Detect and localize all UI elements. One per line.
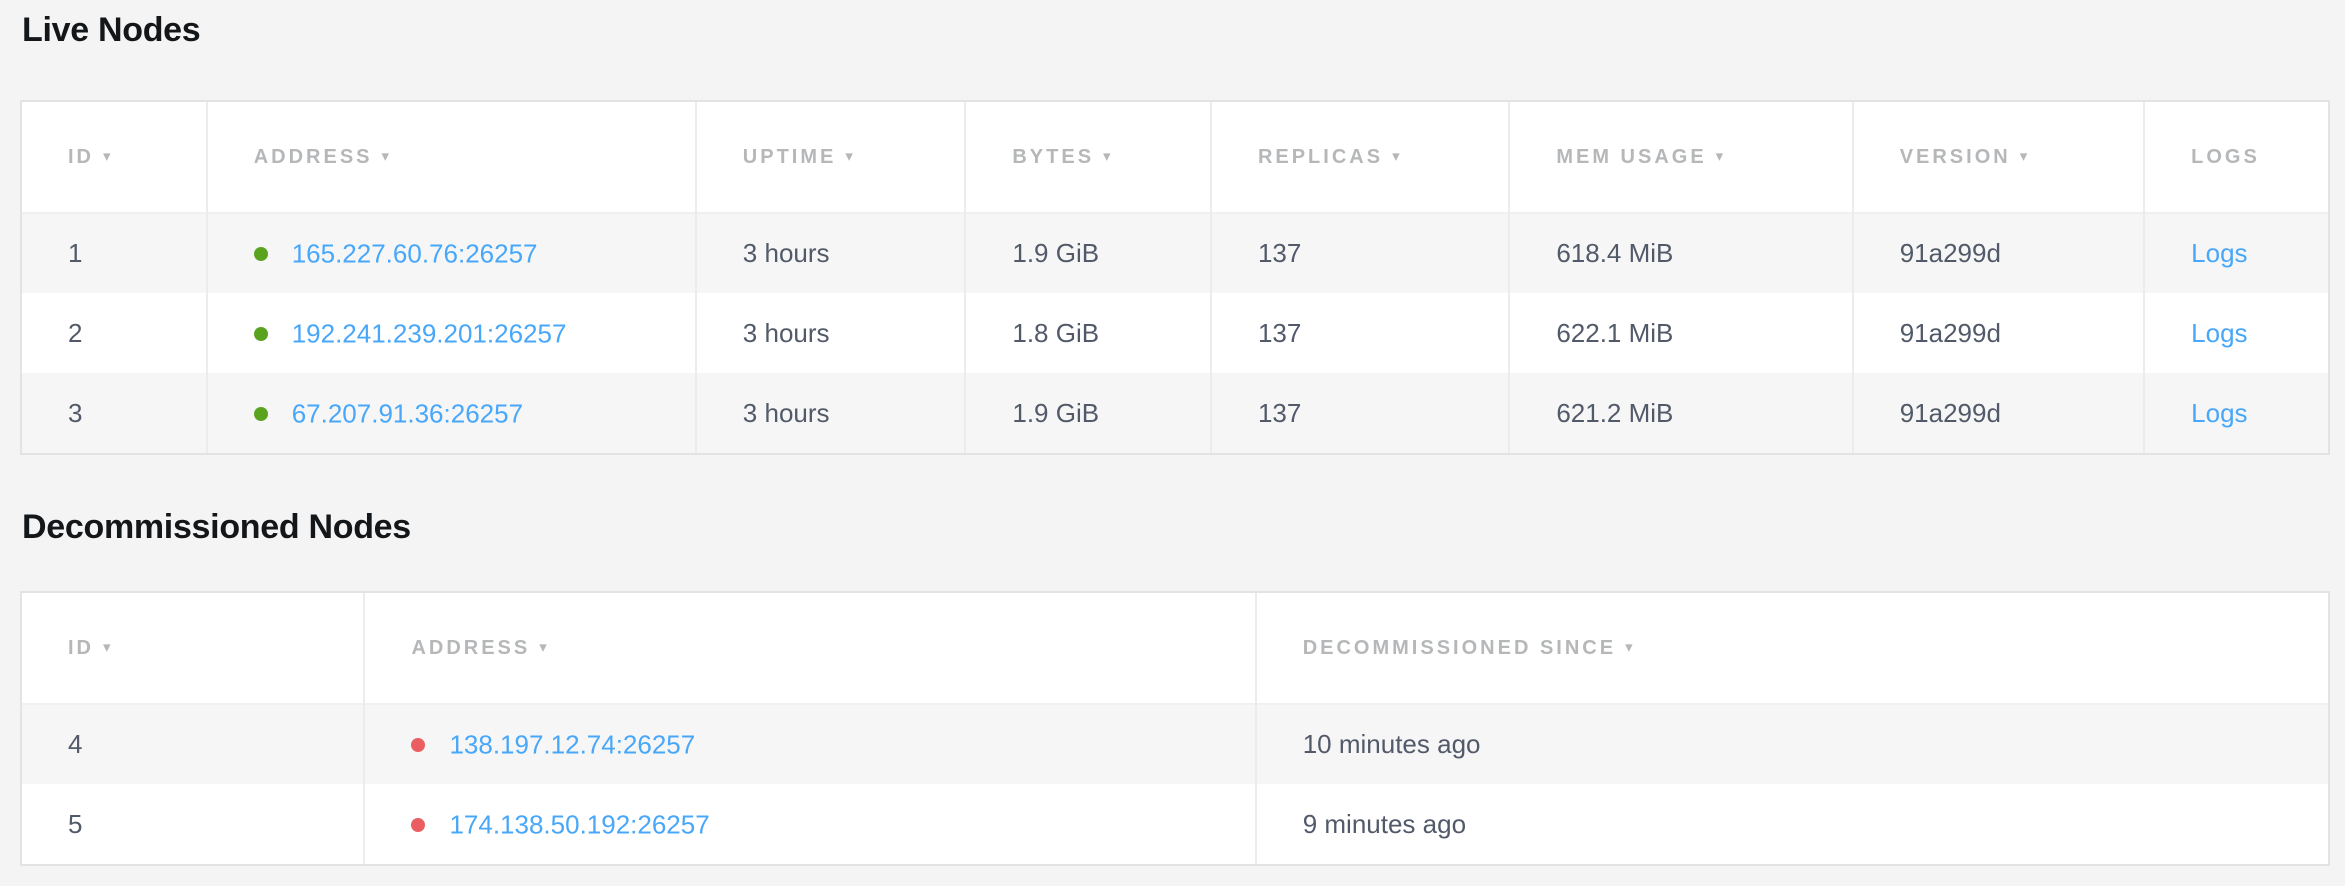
- decommissioned-nodes-table: ID▾ ADDRESS▾ DECOMMISSIONED SINCE▾ 4 138…: [20, 591, 2330, 866]
- node-uptime-cell: 3 hours: [696, 213, 966, 293]
- live-col-header-mem-usage[interactable]: MEM USAGE▾: [1509, 102, 1852, 213]
- node-mem-usage-cell: 621.2 MiB: [1509, 373, 1852, 453]
- node-logs-cell: Logs: [2144, 293, 2328, 373]
- nodes-overview-page: Live Nodes ID▾ ADDRESS▾ UPTIME▾ BYTES▾ R…: [0, 0, 2345, 866]
- node-logs-link[interactable]: Logs: [2191, 398, 2247, 428]
- sort-arrow-icon: ▾: [1392, 147, 1403, 165]
- sort-arrow-icon: ▾: [382, 147, 393, 165]
- node-id-cell: 1: [22, 213, 207, 293]
- decommissioned-col-header-since[interactable]: DECOMMISSIONED SINCE▾: [1256, 593, 2328, 704]
- node-address-cell: 138.197.12.74:26257: [364, 704, 1255, 784]
- decommissioned-header-row: ID▾ ADDRESS▾ DECOMMISSIONED SINCE▾: [22, 593, 2328, 704]
- live-col-header-id[interactable]: ID▾: [22, 102, 207, 213]
- decommissioned-col-header-id[interactable]: ID▾: [22, 593, 364, 704]
- node-bytes-cell: 1.8 GiB: [965, 293, 1211, 373]
- node-address-link[interactable]: 165.227.60.76:26257: [292, 239, 538, 269]
- node-logs-link[interactable]: Logs: [2191, 318, 2247, 348]
- node-uptime-cell: 3 hours: [696, 373, 966, 453]
- node-version-cell: 91a299d: [1853, 213, 2144, 293]
- node-logs-cell: Logs: [2144, 373, 2328, 453]
- node-address-cell: 192.241.239.201:26257: [207, 293, 696, 373]
- decommissioned-node-row: 5 174.138.50.192:26257 9 minutes ago: [22, 784, 2328, 864]
- decommissioned-node-row: 4 138.197.12.74:26257 10 minutes ago: [22, 704, 2328, 784]
- sort-arrow-icon: ▾: [1103, 147, 1114, 165]
- live-col-header-version[interactable]: VERSION▾: [1853, 102, 2144, 213]
- decommissioned-nodes-title: Decommissioned Nodes: [22, 503, 2330, 551]
- sort-arrow-icon: ▾: [539, 638, 550, 656]
- live-col-header-address[interactable]: ADDRESS▾: [207, 102, 696, 213]
- live-status-icon: [254, 247, 268, 261]
- sort-arrow-icon: ▾: [1716, 147, 1727, 165]
- node-decommissioned-since-cell: 9 minutes ago: [1256, 784, 2328, 864]
- node-address-link[interactable]: 138.197.12.74:26257: [449, 730, 695, 760]
- node-id-cell: 2: [22, 293, 207, 373]
- node-logs-link[interactable]: Logs: [2191, 238, 2247, 268]
- node-bytes-cell: 1.9 GiB: [965, 373, 1211, 453]
- node-id-cell: 5: [22, 784, 364, 864]
- live-nodes-header-row: ID▾ ADDRESS▾ UPTIME▾ BYTES▾ REPLICAS▾ ME…: [22, 102, 2328, 213]
- live-col-header-replicas[interactable]: REPLICAS▾: [1211, 102, 1509, 213]
- node-bytes-cell: 1.9 GiB: [965, 213, 1211, 293]
- decommissioned-status-icon: [411, 818, 425, 832]
- decommissioned-col-header-address[interactable]: ADDRESS▾: [364, 593, 1255, 704]
- live-node-row: 3 67.207.91.36:26257 3 hours 1.9 GiB 137…: [22, 373, 2328, 453]
- node-version-cell: 91a299d: [1853, 373, 2144, 453]
- node-version-cell: 91a299d: [1853, 293, 2144, 373]
- node-id-cell: 4: [22, 704, 364, 784]
- node-id-cell: 3: [22, 373, 207, 453]
- node-logs-cell: Logs: [2144, 213, 2328, 293]
- live-status-icon: [254, 407, 268, 421]
- live-node-row: 2 192.241.239.201:26257 3 hours 1.8 GiB …: [22, 293, 2328, 373]
- node-replicas-cell: 137: [1211, 213, 1509, 293]
- live-nodes-title: Live Nodes: [22, 6, 2330, 54]
- sort-arrow-icon: ▾: [2020, 147, 2031, 165]
- node-mem-usage-cell: 622.1 MiB: [1509, 293, 1852, 373]
- node-replicas-cell: 137: [1211, 373, 1509, 453]
- live-col-header-logs: LOGS: [2144, 102, 2328, 213]
- live-node-row: 1 165.227.60.76:26257 3 hours 1.9 GiB 13…: [22, 213, 2328, 293]
- node-uptime-cell: 3 hours: [696, 293, 966, 373]
- node-address-link[interactable]: 192.241.239.201:26257: [292, 318, 567, 348]
- node-address-link[interactable]: 174.138.50.192:26257: [449, 809, 709, 839]
- node-address-cell: 67.207.91.36:26257: [207, 373, 696, 453]
- sort-arrow-icon: ▾: [845, 147, 856, 165]
- sort-arrow-icon: ▾: [103, 147, 114, 165]
- live-status-icon: [254, 327, 268, 341]
- live-col-header-bytes[interactable]: BYTES▾: [965, 102, 1211, 213]
- sort-arrow-icon: ▾: [103, 638, 114, 656]
- node-mem-usage-cell: 618.4 MiB: [1509, 213, 1852, 293]
- node-address-link[interactable]: 67.207.91.36:26257: [292, 398, 523, 428]
- node-replicas-cell: 137: [1211, 293, 1509, 373]
- node-address-cell: 165.227.60.76:26257: [207, 213, 696, 293]
- decommissioned-status-icon: [411, 738, 425, 752]
- live-nodes-table: ID▾ ADDRESS▾ UPTIME▾ BYTES▾ REPLICAS▾ ME…: [20, 100, 2330, 455]
- node-address-cell: 174.138.50.192:26257: [364, 784, 1255, 864]
- live-col-header-uptime[interactable]: UPTIME▾: [696, 102, 966, 213]
- node-decommissioned-since-cell: 10 minutes ago: [1256, 704, 2328, 784]
- sort-arrow-icon: ▾: [1625, 638, 1636, 656]
